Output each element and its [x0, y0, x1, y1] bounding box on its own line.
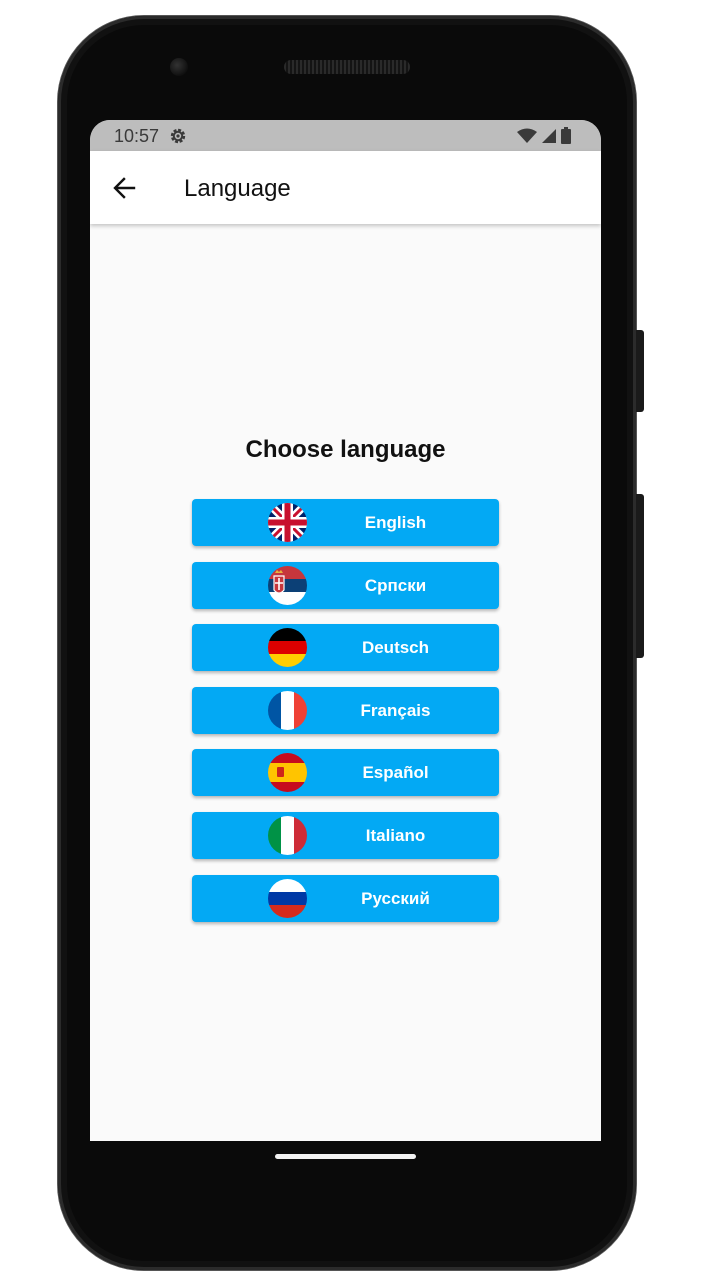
language-button-english[interactable]: English	[192, 499, 499, 546]
page-title: Language	[184, 175, 291, 202]
signal-icon	[541, 128, 557, 149]
language-button-german[interactable]: Deutsch	[192, 624, 499, 672]
france-flag-icon	[268, 690, 307, 730]
earpiece-speaker	[284, 60, 410, 74]
russia-flag-icon	[268, 878, 307, 918]
volume-button	[636, 494, 644, 658]
language-list: English Српски Deutsch Français Español …	[192, 499, 499, 937]
language-button-serbian[interactable]: Српски	[192, 561, 499, 609]
front-camera	[170, 58, 188, 76]
wifi-icon	[517, 128, 537, 149]
language-button-russian[interactable]: Русский	[192, 874, 499, 922]
language-button-spanish[interactable]: Español	[192, 749, 499, 797]
screen: 10:57 Language Choose language English С…	[90, 120, 601, 1141]
language-label: Italiano	[365, 825, 426, 845]
home-indicator[interactable]	[275, 1154, 416, 1159]
language-label: Deutsch	[361, 638, 430, 658]
arrow-back-icon	[108, 177, 144, 209]
language-label: Русский	[361, 888, 430, 908]
language-label: Español	[362, 763, 429, 783]
language-label: English	[364, 513, 427, 532]
battery-icon	[561, 127, 571, 149]
back-button[interactable]	[108, 171, 144, 205]
language-button-italian[interactable]: Italiano	[192, 811, 499, 859]
status-time: 10:57	[114, 126, 160, 146]
power-button	[636, 330, 644, 412]
italy-flag-icon	[268, 815, 307, 855]
status-bar: 10:57	[90, 120, 601, 151]
serbia-flag-icon	[268, 565, 307, 605]
app-bar: Language	[90, 151, 601, 224]
language-button-french[interactable]: Français	[192, 686, 499, 734]
uk-flag-icon	[268, 503, 307, 542]
language-label: Српски	[364, 575, 427, 595]
language-label: Français	[360, 700, 431, 720]
germany-flag-icon	[268, 628, 307, 668]
choose-language-heading: Choose language	[245, 436, 446, 463]
spain-flag-icon	[268, 753, 307, 793]
settings-icon	[168, 126, 188, 146]
